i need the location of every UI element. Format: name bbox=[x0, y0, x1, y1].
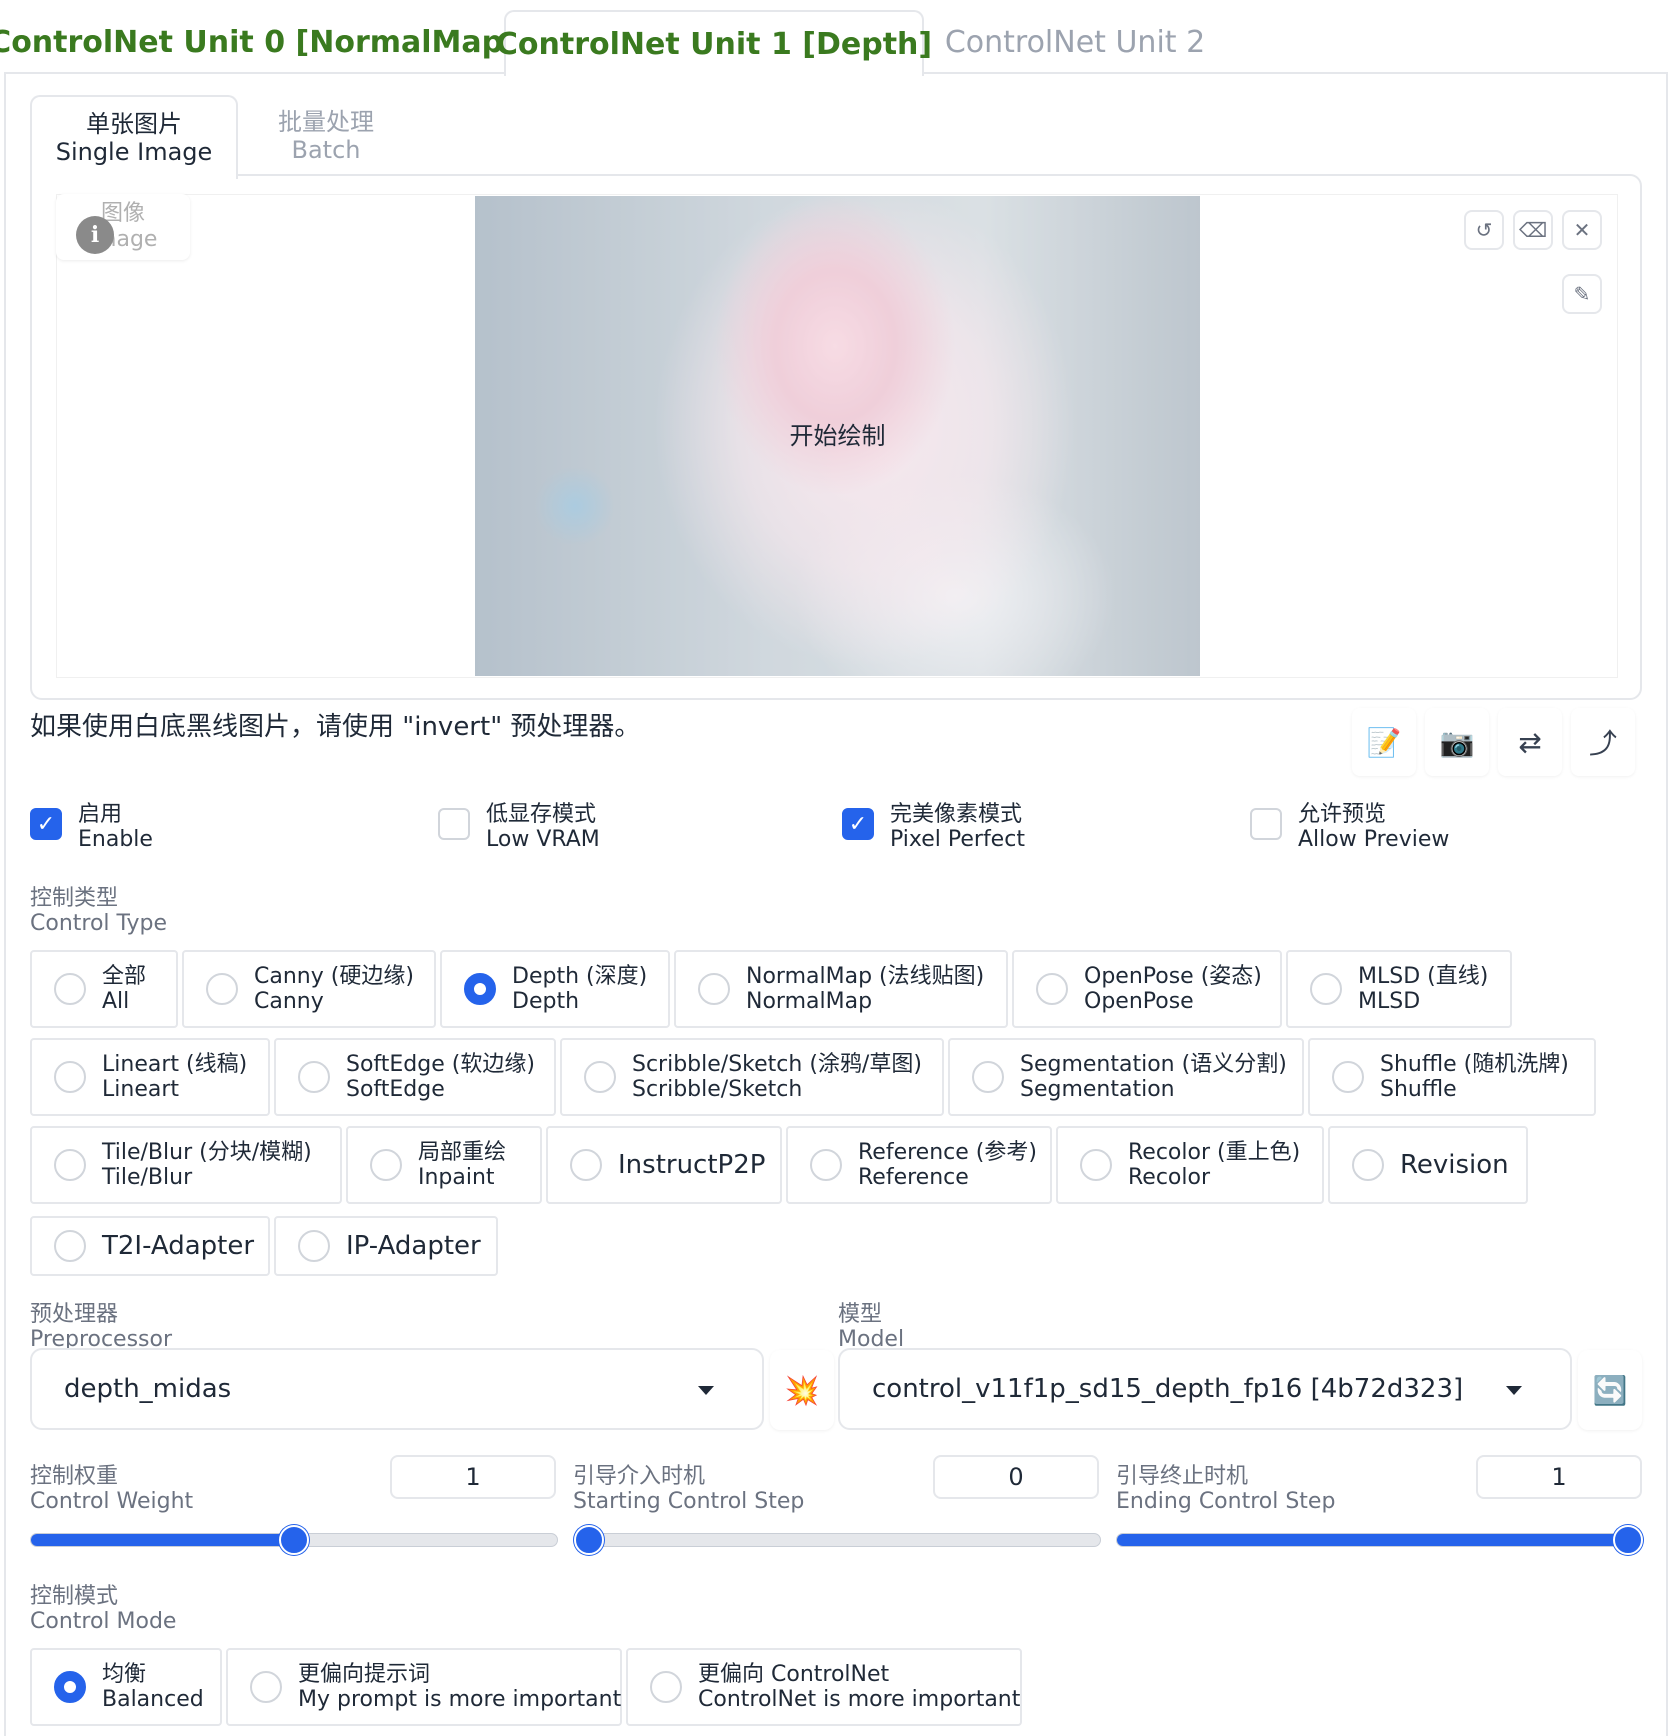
swap-icon[interactable]: ⇄ bbox=[1498, 708, 1562, 776]
pixel-perfect-checkbox[interactable]: ✓ 完美像素模式 Pixel Perfect bbox=[842, 802, 1025, 852]
ending-step-fill bbox=[1117, 1534, 1643, 1546]
enable-check-icon[interactable]: ✓ bbox=[30, 808, 62, 840]
allow-preview-box[interactable] bbox=[1250, 808, 1282, 840]
control-type-revision[interactable]: Revision bbox=[1328, 1126, 1528, 1204]
control-weight-slider[interactable] bbox=[30, 1525, 558, 1555]
tab-unit-2[interactable]: ControlNet Unit 2 bbox=[940, 10, 1210, 74]
control-type-label-en: Control Type bbox=[30, 911, 168, 936]
starting-step-label: 引导介入时机 Starting Control Step bbox=[573, 1464, 805, 1514]
ending-step-thumb[interactable] bbox=[1613, 1525, 1643, 1555]
preprocessor-select[interactable]: depth_midas bbox=[30, 1348, 764, 1430]
allow-preview-checkbox[interactable]: 允许预览 Allow Preview bbox=[1250, 802, 1449, 852]
control-type-mlsd[interactable]: MLSD (直线) MLSD bbox=[1286, 950, 1512, 1028]
control-type-label: 控制类型 Control Type bbox=[30, 886, 167, 936]
low-vram-checkbox[interactable]: 低显存模式 Low VRAM bbox=[438, 802, 600, 852]
control-type-lineart[interactable]: Lineart (线稿) Lineart bbox=[30, 1038, 270, 1116]
control-mode-balanced[interactable]: 均衡 Balanced bbox=[30, 1648, 222, 1726]
control-type-tile-blur[interactable]: Tile/Blur (分块/模糊) Tile/Blur bbox=[30, 1126, 342, 1204]
camera-icon[interactable]: 📷 bbox=[1425, 708, 1489, 776]
control-mode-controlnet[interactable]: 更偏向 ControlNet ControlNet is more importa… bbox=[626, 1648, 1022, 1726]
control-type-instructp2p[interactable]: InstructP2P bbox=[546, 1126, 782, 1204]
close-icon[interactable]: ✕ bbox=[1562, 210, 1602, 250]
control-type-shuffle[interactable]: Shuffle (随机洗牌) Shuffle bbox=[1308, 1038, 1596, 1116]
control-weight-input[interactable]: 1 bbox=[390, 1455, 556, 1499]
eraser-icon[interactable]: ⌫ bbox=[1513, 210, 1553, 250]
control-type-depth[interactable]: Depth (深度) Depth bbox=[440, 950, 670, 1028]
start-drawing-text: 开始绘制 bbox=[789, 422, 886, 450]
tab-batch[interactable]: 批量处理 Batch bbox=[238, 95, 414, 177]
chevron-down-icon bbox=[698, 1386, 714, 1395]
control-type-ip-adapter[interactable]: IP-Adapter bbox=[274, 1216, 498, 1276]
tab-unit-1[interactable]: ControlNet Unit 1 [Depth] bbox=[496, 10, 932, 76]
ending-step-label: 引导终止时机 Ending Control Step bbox=[1116, 1464, 1336, 1514]
explosion-icon[interactable]: 💥 bbox=[770, 1350, 834, 1430]
control-mode-label: 控制模式 Control Mode bbox=[30, 1584, 177, 1634]
pixel-perfect-check-icon[interactable]: ✓ bbox=[842, 808, 874, 840]
upload-icon[interactable]: ⤴ bbox=[1571, 708, 1635, 776]
control-type-t2i-adapter[interactable]: T2I-Adapter bbox=[30, 1216, 270, 1276]
preprocessor-value: depth_midas bbox=[64, 1374, 232, 1404]
undo-icon[interactable]: ↺ bbox=[1464, 210, 1504, 250]
control-type-scribble[interactable]: Scribble/Sketch (涂鸦/草图) Scribble/Sketch bbox=[560, 1038, 944, 1116]
tab-batch-en: Batch bbox=[291, 136, 361, 164]
control-type-recolor[interactable]: Recolor (重上色) Recolor bbox=[1056, 1126, 1324, 1204]
enable-checkbox[interactable]: ✓ 启用 Enable bbox=[30, 802, 153, 852]
notepad-icon[interactable]: 📝 bbox=[1352, 708, 1416, 776]
model-label: 模型 Model bbox=[838, 1302, 905, 1352]
control-type-openpose[interactable]: OpenPose (姿态) OpenPose bbox=[1012, 950, 1282, 1028]
allow-preview-label-zh: 允许预览 bbox=[1298, 802, 1387, 827]
chevron-down-icon bbox=[1506, 1386, 1522, 1395]
starting-step-input[interactable]: 0 bbox=[933, 1455, 1099, 1499]
tab-single-image-en: Single Image bbox=[55, 138, 213, 166]
control-type-canny[interactable]: Canny (硬边缘) Canny bbox=[182, 950, 436, 1028]
tab-single-image-zh: 单张图片 bbox=[86, 110, 182, 138]
tab-unit-0[interactable]: ControlNet Unit 0 [NormalMap] bbox=[0, 10, 517, 74]
control-type-label-zh: 控制类型 bbox=[30, 886, 119, 911]
refresh-icon[interactable]: 🔄 bbox=[1578, 1350, 1642, 1430]
pixel-perfect-label-en: Pixel Perfect bbox=[890, 827, 1025, 852]
unit-tabs: ControlNet Unit 0 [NormalMap] ControlNet… bbox=[0, 0, 1672, 76]
low-vram-box[interactable] bbox=[438, 808, 470, 840]
preprocessor-label: 预处理器 Preprocessor bbox=[30, 1302, 173, 1352]
control-type-reference[interactable]: Reference (参考) Reference bbox=[786, 1126, 1052, 1204]
model-value: control_v11f1p_sd15_depth_fp16 [4b72d323… bbox=[872, 1374, 1464, 1404]
control-type-softedge[interactable]: SoftEdge (软边缘) SoftEdge bbox=[274, 1038, 556, 1116]
ending-step-slider[interactable] bbox=[1116, 1525, 1644, 1555]
tab-batch-zh: 批量处理 bbox=[278, 108, 374, 136]
control-weight-fill bbox=[31, 1534, 294, 1546]
image-label: 图像 Image bbox=[56, 194, 190, 260]
info-icon[interactable]: i bbox=[76, 216, 114, 254]
control-type-normalmap[interactable]: NormalMap (法线贴图) NormalMap bbox=[674, 950, 1008, 1028]
control-weight-thumb[interactable] bbox=[279, 1525, 309, 1555]
starting-step-slider[interactable] bbox=[573, 1525, 1101, 1555]
control-mode-prompt[interactable]: 更偏向提示词 My prompt is more important bbox=[226, 1648, 622, 1726]
pixel-perfect-label-zh: 完美像素模式 bbox=[890, 802, 1023, 827]
control-image[interactable]: 开始绘制 bbox=[475, 196, 1200, 676]
control-type-inpaint[interactable]: 局部重绘 Inpaint bbox=[346, 1126, 542, 1204]
control-type-segmentation[interactable]: Segmentation (语义分割) Segmentation bbox=[948, 1038, 1304, 1116]
starting-step-thumb[interactable] bbox=[574, 1525, 604, 1555]
low-vram-label-zh: 低显存模式 bbox=[486, 802, 597, 827]
brush-icon[interactable]: ✎ bbox=[1562, 274, 1602, 314]
ending-step-input[interactable]: 1 bbox=[1476, 1455, 1642, 1499]
low-vram-label-en: Low VRAM bbox=[486, 827, 600, 852]
enable-label-zh: 启用 bbox=[78, 802, 123, 827]
control-weight-label: 控制权重 Control Weight bbox=[30, 1464, 194, 1514]
invert-hint: 如果使用白底黑线图片，请使用 "invert" 预处理器。 bbox=[30, 712, 641, 742]
tab-single-image[interactable]: 单张图片 Single Image bbox=[30, 95, 238, 179]
allow-preview-label-en: Allow Preview bbox=[1298, 827, 1450, 852]
control-type-all[interactable]: 全部 All bbox=[30, 950, 178, 1028]
model-select[interactable]: control_v11f1p_sd15_depth_fp16 [4b72d323… bbox=[838, 1348, 1572, 1430]
enable-label-en: Enable bbox=[78, 827, 153, 852]
